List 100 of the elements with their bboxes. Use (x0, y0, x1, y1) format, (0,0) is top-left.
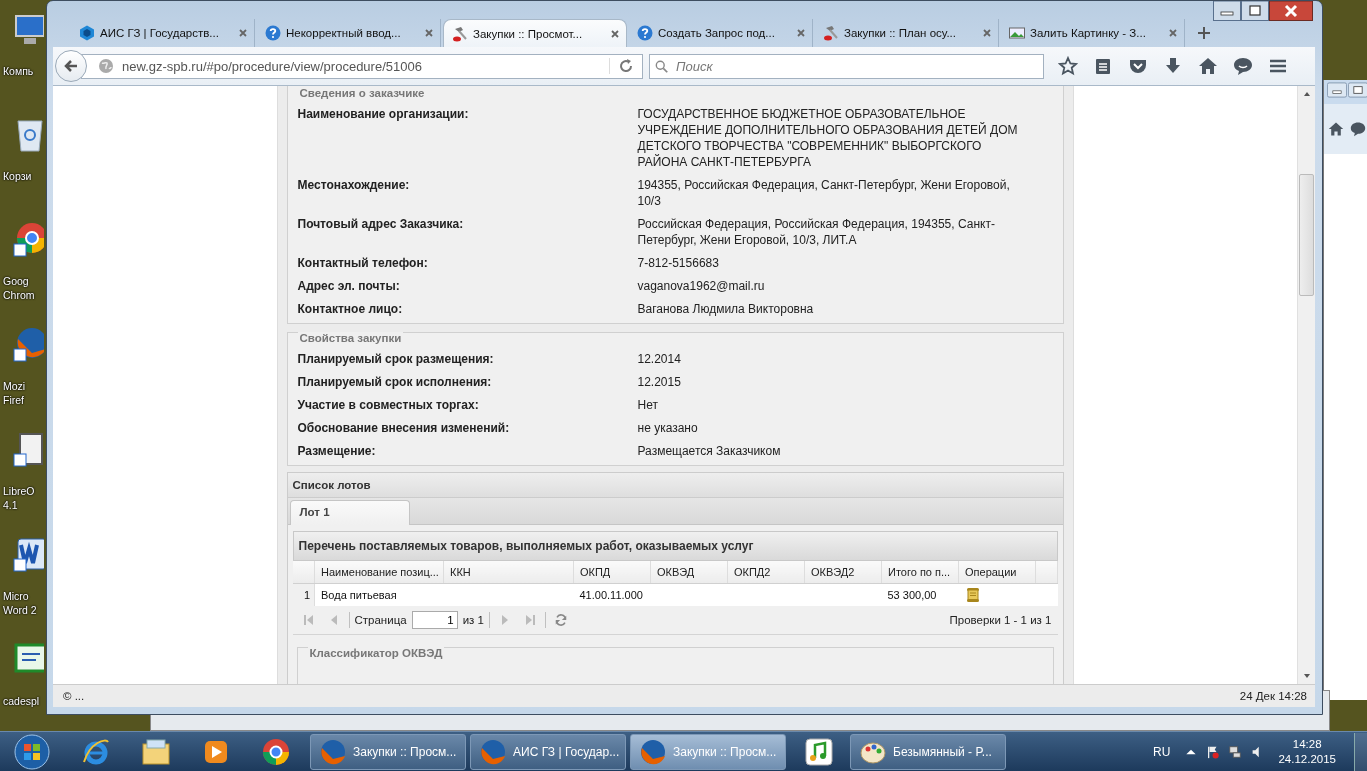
column-header[interactable]: ККН (443, 561, 574, 584)
document-icon[interactable] (12, 432, 44, 468)
column-header[interactable]: Итого по п... (881, 561, 959, 584)
desktop-icon-label[interactable]: cadespl (3, 694, 40, 708)
field-label: Наименование организации: (297, 106, 470, 123)
show-desktop-button[interactable] (1354, 732, 1367, 771)
address-bar[interactable]: new.gz-spb.ru/#po/procedure/view/procedure/51006 (81, 53, 643, 79)
desktop-icon-label[interactable]: Word 2 (3, 603, 37, 617)
field-value: ГОСУДАРСТВЕННОЕ БЮДЖЕТНОЕ ОБРАЗОВАТЕЛЬНОЕ УЧРЕЖДЕНИЕ ДОПОЛНИТЕЛЬНОГО ОБРАЗОВАНИЯ ДЕТЕЙ ДОМ ДЕТСКОГО ТВОРЧЕСТВА "СОВРЕМЕННИК" ВЫБОРГСКОГО РАЙОНА САНКТ-ПЕТЕРБУРГА (637, 106, 1019, 170)
chat-icon[interactable] (1350, 121, 1366, 137)
panel-header: Список лотов (287, 473, 1063, 498)
plus-icon[interactable] (1197, 26, 1211, 40)
desktop-icon-label[interactable]: Firef (3, 393, 24, 407)
search-field[interactable]: Поиск (649, 53, 1044, 79)
close-icon[interactable] (424, 28, 434, 38)
desktop-icon-label[interactable]: 4.1 (3, 498, 18, 512)
restore-button[interactable] (1241, 1, 1269, 21)
table-cell: 53 300,00 (881, 583, 959, 606)
field-value: vaganova1962@mail.ru (637, 278, 766, 294)
minimize-button[interactable] (1213, 1, 1241, 21)
pager-summary: Проверки 1 - 1 из 1 (949, 614, 1052, 626)
close-icon[interactable] (1168, 28, 1178, 38)
field-value: 12.2015 (637, 374, 682, 390)
row-number: 1 (292, 583, 315, 606)
music-icon (805, 737, 833, 766)
status-text: © ... (63, 690, 85, 702)
field-value: Российская Федерация, Российская Федерация, 194355, Санкт-Петербург, Жени Егоровой, 10/3, ЛИТ.А (637, 216, 996, 248)
column-header[interactable]: ОКПД (573, 561, 651, 584)
refresh-icon[interactable] (553, 613, 568, 627)
browser-tab[interactable]: Закупки :: Просмот... (443, 19, 627, 47)
scrollbar-thumb[interactable] (1299, 174, 1314, 296)
grid-header: Перечень поставляемых товаров, выполняемых работ, оказываемых услуг (292, 531, 1058, 561)
scroll-down-icon[interactable] (1302, 672, 1311, 680)
arrow-left-icon (63, 58, 79, 74)
field-value: не указано (637, 420, 699, 436)
close-icon[interactable] (610, 28, 620, 39)
scrollbar[interactable] (1297, 86, 1315, 684)
close-icon[interactable] (796, 28, 806, 38)
section-legend: Сведения о заказчике (297, 87, 427, 99)
network-icon[interactable] (1228, 744, 1243, 759)
close-icon[interactable] (238, 28, 248, 38)
question-icon (265, 25, 281, 41)
home-icon[interactable] (1328, 121, 1344, 137)
start-button[interactable] (14, 733, 50, 770)
taskbar-button[interactable]: Закупки :: Просм... (310, 733, 466, 770)
close-button[interactable] (1269, 1, 1313, 21)
hammer-icon (823, 25, 839, 41)
clock-time[interactable]: 14:28 (1292, 736, 1322, 752)
field-value: 7-812-5156683 (637, 255, 720, 271)
field-label: Местонахождение: (297, 177, 411, 194)
section-legend: Свойства закупки (297, 332, 404, 344)
desktop-icon-label[interactable]: Micro (3, 589, 29, 603)
column-header[interactable]: ОКПД2 (727, 561, 805, 584)
desktop-icon-label[interactable]: Goog (3, 274, 29, 288)
scroll-up-icon[interactable] (1302, 90, 1311, 98)
table-cell: Вода питьевая (314, 583, 444, 606)
close-icon[interactable] (982, 28, 992, 38)
firefox-icon (639, 737, 667, 766)
desktop-icon-label[interactable]: Mozi (3, 379, 26, 393)
field-label: Планируемый срок размещения: (297, 351, 495, 367)
hexagon-icon (79, 25, 95, 41)
header-cell (1035, 561, 1057, 584)
field-value: Ваганова Людмила Викторовна (637, 301, 815, 317)
desktop-icon-label[interactable]: Компь (3, 64, 34, 78)
desktop-icon-label[interactable]: Корзи (3, 169, 32, 183)
column-header[interactable]: Операции (958, 561, 1036, 584)
column-header[interactable]: ОКВЭД (650, 561, 728, 584)
word-icon[interactable] (12, 537, 44, 573)
flag-icon[interactable] (1206, 744, 1221, 759)
taskbar-button[interactable]: АИС ГЗ | Государ... (470, 733, 626, 770)
image-icon (1009, 25, 1025, 41)
field-label: Контактное лицо: (297, 301, 404, 317)
column-header[interactable]: Наименование позиц... (314, 561, 444, 584)
field-label: Адрес эл. почты: (297, 278, 401, 294)
scroll-icon[interactable] (964, 587, 981, 603)
taskbar-button[interactable]: Безымянный - P... (850, 733, 1006, 770)
restore-icon[interactable] (1348, 82, 1367, 98)
page-input[interactable]: 1 (411, 611, 458, 629)
search-icon (655, 59, 669, 74)
star-icon[interactable] (1058, 56, 1078, 76)
column-header[interactable]: ОКВЭД2 (804, 561, 882, 584)
globe-icon (98, 58, 114, 74)
section-legend: Классификатор ОКВЭД (307, 647, 445, 659)
back-button[interactable] (55, 50, 87, 82)
field-label: Размещение: (297, 443, 377, 459)
minimize-icon[interactable] (1327, 82, 1347, 98)
clock-date[interactable]: 24.12.2015 (1278, 751, 1336, 767)
chrome-icon[interactable] (12, 222, 44, 258)
field-label: Контактный телефон: (297, 255, 429, 271)
firefox-icon (319, 737, 347, 766)
home-icon[interactable] (1198, 56, 1218, 76)
field-label: Планируемый срок исполнения: (297, 374, 493, 390)
desktop-icon-label[interactable]: Chrom (3, 288, 35, 302)
chat-icon[interactable] (1233, 56, 1253, 76)
firefox-icon[interactable] (12, 327, 44, 363)
lot-tab[interactable]: Лот 1 (289, 500, 410, 525)
clipboard-icon[interactable] (1093, 56, 1113, 76)
desktop-icon-label[interactable]: LibreO (3, 484, 35, 498)
header-cell (292, 561, 315, 584)
language-indicator[interactable]: RU (1153, 744, 1171, 759)
